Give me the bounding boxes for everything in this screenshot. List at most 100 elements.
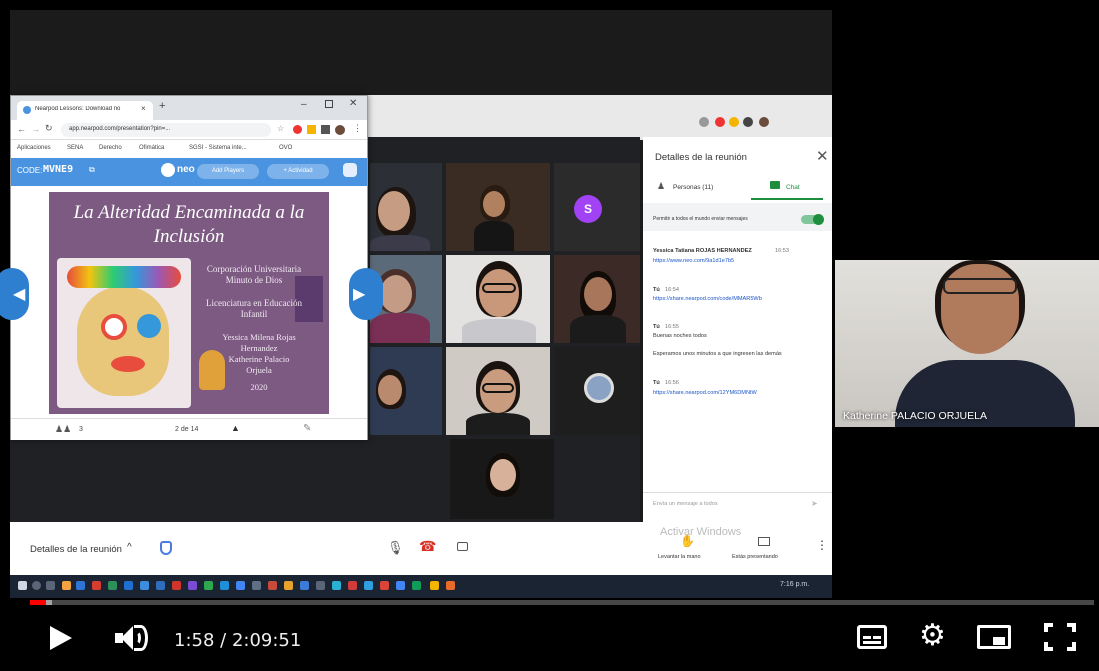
puzzle-icon[interactable] <box>321 125 330 134</box>
nearpod-browser-window[interactable]: Nearpod Lessons: Download no × + – ✕ ← →… <box>0 95 383 440</box>
app-icon[interactable] <box>252 581 261 590</box>
activity-button[interactable]: + Actividad <box>267 164 329 179</box>
windows-start-icon[interactable] <box>18 581 27 590</box>
app-icon[interactable] <box>76 581 85 590</box>
app-icon[interactable] <box>140 581 149 590</box>
tab-chat[interactable]: Chat <box>786 184 800 191</box>
bookmark-item[interactable]: SGSI - Sistema inte... <box>189 145 247 151</box>
program-line1: Licenciatura en Educación <box>206 298 302 308</box>
close-icon[interactable]: ✕ <box>816 147 829 165</box>
extension-icon <box>715 117 725 127</box>
tab-title: Nearpod Lessons: Download no <box>35 106 121 112</box>
add-players-button[interactable]: Add Players <box>197 164 259 179</box>
address-bar[interactable]: app.nearpod.com/presentation?pin=... <box>61 123 271 137</box>
bookmark-item[interactable]: Aplicaciones <box>17 145 51 151</box>
bookmark-item[interactable]: SENA <box>67 145 83 151</box>
progress-bar[interactable] <box>30 600 1094 605</box>
search-icon[interactable] <box>32 581 41 590</box>
students-icon[interactable]: ♟♟ <box>55 424 71 435</box>
slide-illustration <box>57 258 191 408</box>
app-icon[interactable] <box>172 581 181 590</box>
slide-title-line1: La Alteridad Encaminada a la <box>73 202 305 223</box>
app-icon[interactable] <box>62 581 71 590</box>
app-icon[interactable] <box>332 581 341 590</box>
nearpod-logo-text: neo <box>177 164 195 175</box>
menu-icon[interactable]: ⋮ <box>353 123 362 134</box>
app-icon[interactable] <box>236 581 245 590</box>
app-icon[interactable] <box>124 581 133 590</box>
fullscreen-icon[interactable] <box>1044 623 1076 651</box>
authors-line1: Yessica Milena Rojas <box>222 332 296 342</box>
profile-avatar-icon[interactable] <box>335 125 345 135</box>
app-icon[interactable] <box>284 581 293 590</box>
subtitles-icon[interactable] <box>857 625 887 649</box>
participant-tile <box>554 255 640 343</box>
video-player[interactable]: S Detalles de la reunión ✕ ♟ Personas (1… <box>0 0 1099 671</box>
raise-hand-label[interactable]: Levantar la mano <box>658 554 701 560</box>
present-now-label[interactable]: Estás presentando <box>732 554 778 560</box>
play-icon[interactable] <box>50 626 72 650</box>
app-icon[interactable] <box>268 581 277 590</box>
allow-messages-label: Permitir a todos el mundo enviar mensaje… <box>653 216 748 222</box>
extension-icon[interactable] <box>293 125 302 134</box>
app-icon[interactable] <box>220 581 229 590</box>
copy-icon[interactable]: ⧉ <box>89 165 95 175</box>
reload-icon[interactable]: ↻ <box>45 123 53 134</box>
chat-input[interactable]: Envía un mensaje a todos <box>653 501 718 507</box>
microphone-icon[interactable]: 🎙 <box>387 540 404 556</box>
webcam-name-label: Katherine PALACIO ORJUELA <box>843 410 987 422</box>
app-icon[interactable] <box>430 581 439 590</box>
app-icon[interactable] <box>108 581 117 590</box>
app-icon[interactable] <box>204 581 213 590</box>
meeting-details-button[interactable]: Detalles de la reunión <box>30 544 122 555</box>
app-icon[interactable] <box>380 581 389 590</box>
minimize-icon[interactable]: – <box>301 99 307 110</box>
more-options-icon[interactable]: ⋮ <box>816 538 828 552</box>
volume-icon[interactable] <box>115 624 153 654</box>
maximize-icon[interactable] <box>325 100 333 108</box>
window-close-icon[interactable]: ✕ <box>349 98 357 109</box>
app-icon[interactable] <box>348 581 357 590</box>
tab-close-icon[interactable]: × <box>141 104 146 113</box>
browser-tab[interactable]: Nearpod Lessons: Download no × <box>17 101 153 120</box>
next-slide-button[interactable]: ▶ <box>349 268 383 320</box>
message-link[interactable]: https://share.nearpod.com/12YM6DMNtW <box>653 390 757 396</box>
app-icon[interactable] <box>396 581 405 590</box>
app-icon[interactable] <box>92 581 101 590</box>
send-icon[interactable]: ➤ <box>811 499 818 508</box>
slides-menu-icon[interactable]: ▲ <box>231 423 240 433</box>
app-icon[interactable] <box>156 581 165 590</box>
extension-icon[interactable] <box>307 125 316 134</box>
hang-up-icon[interactable]: ☎ <box>419 538 436 555</box>
app-icon[interactable] <box>188 581 197 590</box>
app-icon[interactable] <box>316 581 325 590</box>
slide-year: 2020 <box>250 382 268 392</box>
star-icon[interactable]: ☆ <box>277 124 284 133</box>
app-icon[interactable] <box>412 581 421 590</box>
allow-messages-toggle[interactable] <box>801 214 824 225</box>
taskview-icon[interactable] <box>46 581 55 590</box>
meet-control-bar: Detalles de la reunión ^ 🎙 ☎ Activar Win… <box>10 522 832 575</box>
back-icon[interactable]: ← <box>17 124 26 134</box>
camera-icon[interactable] <box>457 542 468 551</box>
miniplayer-icon[interactable] <box>977 625 1011 649</box>
draw-tool-icon[interactable]: ✎ <box>303 423 311 434</box>
bookmark-item[interactable]: Ofimática <box>139 145 164 151</box>
raise-hand-icon[interactable]: ✋ <box>680 534 695 548</box>
message-link[interactable]: https://www.neo.com/9a1d1e7b5 <box>653 258 734 264</box>
bookmark-item[interactable]: Derecho <box>99 145 122 151</box>
app-icon[interactable] <box>300 581 309 590</box>
app-icon[interactable] <box>364 581 373 590</box>
app-icon[interactable] <box>446 581 455 590</box>
tab-people[interactable]: Personas (11) <box>673 184 713 191</box>
new-tab-icon[interactable]: + <box>159 100 165 112</box>
chevron-up-icon[interactable]: ^ <box>127 542 132 553</box>
present-icon[interactable] <box>758 537 770 546</box>
shield-icon[interactable] <box>160 541 172 555</box>
settings-gear-icon[interactable]: ⚙ <box>919 621 946 651</box>
previous-slide-button[interactable]: ◀ <box>0 268 29 320</box>
forward-icon[interactable]: → <box>31 124 40 134</box>
message-link[interactable]: https://share.nearpod.com/code/MMAR5Wb <box>653 296 762 302</box>
settings-icon[interactable] <box>343 163 357 177</box>
bookmark-item[interactable]: OVO <box>279 145 292 151</box>
